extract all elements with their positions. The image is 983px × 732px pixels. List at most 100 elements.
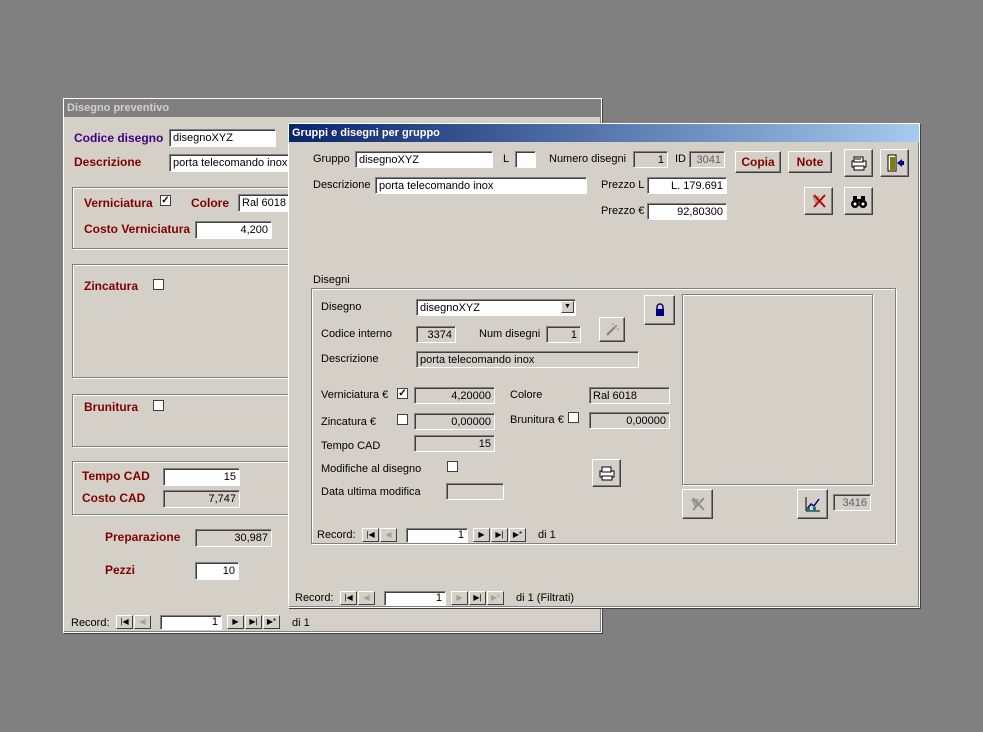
sub-delete-button[interactable] <box>682 489 713 519</box>
image-id-field: 3416 <box>833 494 871 511</box>
descrizione-field[interactable]: porta telecomando inox <box>169 154 289 172</box>
sub-record-number-field[interactable]: 1 <box>406 528 468 543</box>
tempo-cad-label: Tempo CAD <box>82 469 150 483</box>
numero-disegni-label: Numero disegni <box>549 153 627 165</box>
brunitura-label: Brunitura <box>84 400 138 414</box>
l-field[interactable] <box>515 151 536 168</box>
codice-interno-field: 3374 <box>416 326 456 343</box>
exit-button[interactable] <box>880 149 909 177</box>
costo-cad-label: Costo CAD <box>82 491 146 505</box>
zincatura-label: Zincatura <box>84 279 139 293</box>
chevron-down-icon[interactable]: ▼ <box>561 301 574 313</box>
verniciatura-checkbox[interactable]: ✓ <box>160 195 171 206</box>
tempo-cad-field[interactable]: 15 <box>163 468 240 486</box>
print-button[interactable] <box>844 149 873 177</box>
main-record-number-field[interactable]: 1 <box>384 591 446 606</box>
data-modifica-field <box>446 483 504 500</box>
copia-button[interactable]: Copia <box>735 151 781 173</box>
prev-record-button[interactable]: ◀ <box>134 615 151 629</box>
preparazione-field: 30,987 <box>195 529 272 547</box>
id-label: ID <box>675 153 686 165</box>
sub-colore-label: Colore <box>510 389 543 401</box>
prezzo-l-field[interactable]: L. 179.691 <box>647 177 727 194</box>
sub-next-record-button[interactable]: ▶ <box>473 528 490 542</box>
disegno-select[interactable]: disegnoXYZ ▼ <box>416 299 576 316</box>
sub-brunitura-label: Brunitura € <box>510 414 564 426</box>
chart-icon <box>805 497 820 512</box>
brunitura-checkbox[interactable] <box>153 400 164 411</box>
window-title-bar[interactable]: Gruppi e disegni per gruppo <box>289 124 919 142</box>
main-new-record-button[interactable]: ▶* <box>487 591 504 605</box>
gruppo-label: Gruppo <box>313 153 350 165</box>
main-first-record-button[interactable]: |◀ <box>340 591 357 605</box>
codice-disegno-label: Codice disegno <box>74 131 164 145</box>
sub-zincatura-checkbox[interactable] <box>397 414 408 425</box>
wizard-button[interactable] <box>599 317 625 342</box>
record-number-field[interactable]: 1 <box>160 615 222 630</box>
new-record-button[interactable]: ▶* <box>263 615 280 629</box>
costo-verniciatura-label: Costo Verniciatura <box>84 222 191 236</box>
sub-first-record-button[interactable]: |◀ <box>362 528 379 542</box>
gruppo-field[interactable]: disegnoXYZ <box>355 151 493 168</box>
last-record-button[interactable]: ▶| <box>245 615 262 629</box>
num-disegni-label: Num disegni <box>479 328 541 340</box>
search-button[interactable] <box>844 187 873 215</box>
sub-print-button[interactable] <box>592 459 621 487</box>
sub-zincatura-label: Zincatura € <box>321 416 377 428</box>
sub-new-record-button[interactable]: ▶* <box>509 528 526 542</box>
delete-icon <box>811 194 826 208</box>
disegno-select-value: disegnoXYZ <box>420 302 480 314</box>
sub-verniciatura-checkbox[interactable]: ✓ <box>397 388 408 399</box>
lock-button[interactable] <box>644 295 675 325</box>
chart-button[interactable] <box>797 489 828 519</box>
descrizione-field[interactable]: porta telecomando inox <box>375 177 587 194</box>
first-record-button[interactable]: |◀ <box>116 615 133 629</box>
num-disegni-field: 1 <box>546 326 581 343</box>
sub-zincatura-field: 0,00000 <box>414 413 495 430</box>
main-last-record-button[interactable]: ▶| <box>469 591 486 605</box>
prezzo-euro-label: Prezzo € <box>601 205 645 217</box>
sub-record-label: Record: <box>317 529 356 541</box>
codice-disegno-field[interactable]: disegnoXYZ <box>169 129 276 147</box>
sub-verniciatura-field: 4,20000 <box>414 387 495 404</box>
disegno-label: Disegno <box>321 301 362 313</box>
prezzo-l-label: Prezzo L <box>601 179 645 191</box>
sub-tempo-cad-label: Tempo CAD <box>321 440 381 452</box>
exit-door-icon <box>887 154 904 172</box>
magic-wand-icon <box>606 323 619 336</box>
delete-button[interactable] <box>804 187 833 215</box>
sub-colore-field: Ral 6018 <box>589 387 670 404</box>
record-label: Record: <box>71 617 110 629</box>
sub-record-count: di 1 <box>538 529 556 541</box>
printer-icon <box>851 156 866 171</box>
disegni-section-label: Disegni <box>313 274 350 286</box>
next-record-button[interactable]: ▶ <box>227 615 244 629</box>
pezzi-label: Pezzi <box>105 563 136 577</box>
preparazione-label: Preparazione <box>105 530 181 544</box>
drawing-image-frame <box>682 294 873 485</box>
modifiche-checkbox[interactable] <box>447 461 458 472</box>
id-field: 3041 <box>689 151 725 168</box>
main-next-record-button[interactable]: ▶ <box>451 591 468 605</box>
prezzo-euro-field[interactable]: 92,80300 <box>647 203 727 220</box>
zincatura-checkbox[interactable] <box>153 279 164 290</box>
colore-field[interactable]: Ral 6018 <box>238 194 293 212</box>
sub-verniciatura-label: Verniciatura € <box>321 389 389 401</box>
window-title-bar[interactable]: Disegno preventivo <box>64 99 601 117</box>
sub-last-record-button[interactable]: ▶| <box>491 528 508 542</box>
main-record-label: Record: <box>295 592 334 604</box>
codice-interno-label: Codice interno <box>321 328 392 340</box>
costo-cad-field: 7,747 <box>163 490 240 508</box>
verniciatura-label: Verniciatura <box>84 196 153 210</box>
record-count: di 1 <box>292 617 310 629</box>
pezzi-field[interactable]: 10 <box>195 562 239 580</box>
gruppi-disegni-window: Gruppi e disegni per gruppo Gruppo diseg… <box>288 123 920 608</box>
costo-verniciatura-field[interactable]: 4,200 <box>195 221 272 239</box>
sub-brunitura-checkbox[interactable] <box>568 412 579 423</box>
sub-prev-record-button[interactable]: ◀ <box>380 528 397 542</box>
sub-tempo-cad-field: 15 <box>414 435 495 452</box>
note-button[interactable]: Note <box>788 151 832 173</box>
main-prev-record-button[interactable]: ◀ <box>358 591 375 605</box>
colore-label: Colore <box>191 196 230 210</box>
window-title: Disegno preventivo <box>67 102 170 114</box>
